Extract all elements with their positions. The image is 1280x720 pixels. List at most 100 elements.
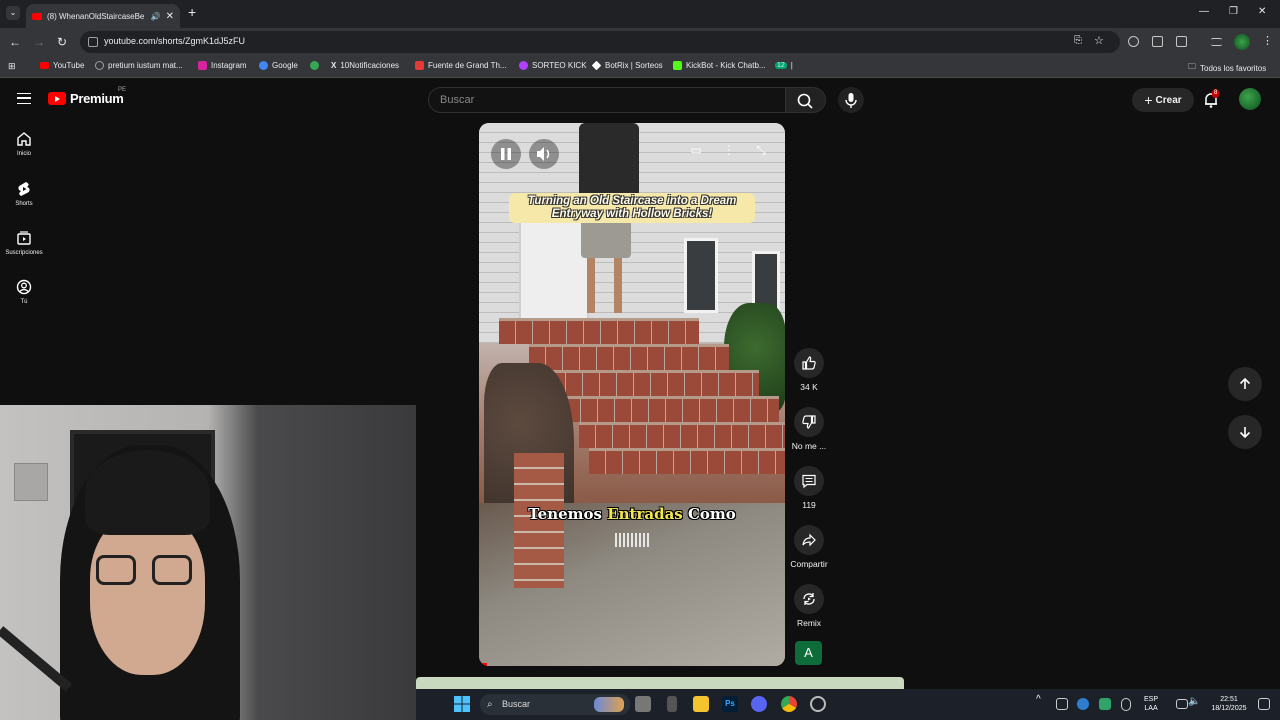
apps-grid-icon[interactable]: ⊞ xyxy=(8,61,16,72)
video-progress-bar[interactable] xyxy=(479,663,487,666)
install-icon[interactable]: ⎘ xyxy=(1074,35,1082,46)
app-icon[interactable] xyxy=(667,696,677,712)
previous-short-button[interactable] xyxy=(1228,367,1262,401)
reload-icon[interactable]: ↻ xyxy=(57,35,67,49)
tab-audio-icon[interactable]: 🔊 xyxy=(151,12,161,21)
notification-count-badge: 8 xyxy=(1212,89,1220,98)
microphone-icon xyxy=(845,93,857,108)
discord-icon[interactable] xyxy=(751,696,767,712)
account-avatar[interactable] xyxy=(1239,88,1261,110)
like-count: 34 K xyxy=(800,382,818,392)
back-icon[interactable]: ← xyxy=(9,35,21,49)
share-icon xyxy=(802,533,816,547)
bookmark-google[interactable]: Google xyxy=(259,61,298,70)
site-info-icon[interactable] xyxy=(88,37,98,47)
clock[interactable]: 22:51 18/12/2025 xyxy=(1206,695,1252,713)
security-icon[interactable] xyxy=(1099,698,1111,710)
bookmark-x[interactable]: X 10Notificaciones xyxy=(331,61,399,70)
browser-tab[interactable]: (8) WhenanOldStaircaseBe 🔊 ✕ xyxy=(26,4,180,28)
photoshop-icon[interactable]: Ps xyxy=(722,696,738,712)
minimize-icon[interactable]: — xyxy=(1199,6,1209,17)
bookmark-kickbot[interactable]: KickBot - Kick Chatb... xyxy=(673,61,766,70)
sidebar-item-you[interactable]: Tú xyxy=(0,279,48,305)
search-button[interactable] xyxy=(786,87,826,113)
bookmark-pretium[interactable]: pretium iustum mat... xyxy=(95,61,183,70)
sidebar-item-subscriptions[interactable]: Suscripciones xyxy=(0,230,48,256)
profile-avatar[interactable] xyxy=(1234,34,1250,50)
remix-button[interactable]: Remix xyxy=(793,584,825,628)
kick-icon xyxy=(519,61,528,70)
tray-icon[interactable] xyxy=(1056,698,1068,710)
onedrive-icon[interactable] xyxy=(1077,698,1089,710)
tab-close-icon[interactable]: ✕ xyxy=(166,11,174,22)
bookmark-label: KickBot - Kick Chatb... xyxy=(686,61,766,70)
audio-waveform-icon xyxy=(615,533,649,547)
file-explorer-icon[interactable] xyxy=(693,696,709,712)
captions-icon[interactable]: ▭ xyxy=(685,139,707,161)
language-indicator[interactable]: ESP LAA xyxy=(1144,695,1158,713)
network-icon[interactable] xyxy=(1176,699,1188,709)
fullscreen-icon[interactable]: ⤡ xyxy=(750,139,772,161)
restore-icon[interactable]: ❐ xyxy=(1229,6,1238,17)
stair-step xyxy=(529,344,729,370)
comments-button[interactable]: 119 xyxy=(793,466,825,510)
stair-step xyxy=(579,422,785,448)
dislike-button[interactable]: No me ... xyxy=(792,407,826,451)
notification-center-icon[interactable] xyxy=(1258,698,1270,710)
task-view-icon[interactable] xyxy=(635,696,651,712)
bookmark-star-icon[interactable]: ☆ xyxy=(1094,34,1104,47)
create-button[interactable]: + Crear xyxy=(1132,88,1194,112)
stair-step xyxy=(564,396,779,422)
chrome-icon[interactable] xyxy=(781,696,797,712)
search-input[interactable] xyxy=(440,94,770,106)
bookmark-instagram[interactable]: Instagram xyxy=(198,61,247,70)
close-window-icon[interactable]: ✕ xyxy=(1258,6,1266,17)
bookmark-sorteo-kick[interactable]: SORTEO KICK xyxy=(519,61,587,70)
bookmark-unnamed[interactable] xyxy=(310,61,319,70)
bookmark-botrix[interactable]: BotRix | Sorteos xyxy=(591,60,663,71)
clock-time: 22:51 xyxy=(1220,696,1238,703)
menu-icon[interactable] xyxy=(17,93,31,104)
forward-icon[interactable]: → xyxy=(33,35,45,49)
bookmark-twelve[interactable]: 12 | xyxy=(775,61,793,70)
pause-button[interactable] xyxy=(491,139,521,169)
keyboard-layout: LAA xyxy=(1144,705,1158,712)
taskbar-search[interactable]: ⌕ Buscar xyxy=(480,694,630,715)
shorts-video-player[interactable]: ▭ ⋮ ⤡ Turning an Old Staircase into a Dr… xyxy=(479,123,785,666)
diamond-icon xyxy=(591,60,602,71)
voice-search-button[interactable] xyxy=(838,87,864,113)
media-controls-icon[interactable] xyxy=(1211,38,1222,46)
number-badge-icon: 12 xyxy=(775,62,787,69)
share-button[interactable]: Compartir xyxy=(790,525,828,569)
microphone-icon[interactable] xyxy=(1121,698,1131,711)
thumbs-up-icon xyxy=(802,356,816,370)
next-short-button[interactable] xyxy=(1228,415,1262,449)
extensions-puzzle-icon[interactable] xyxy=(1176,36,1187,47)
sidebar-item-home[interactable]: Inicio xyxy=(0,131,48,157)
new-tab-button[interactable]: + xyxy=(188,4,196,20)
sidebar-item-shorts[interactable]: Shorts xyxy=(0,181,48,207)
more-options-icon[interactable]: ⋮ xyxy=(718,139,740,161)
extension-icon[interactable] xyxy=(1128,36,1139,47)
browser-menu-icon[interactable]: ⋮ xyxy=(1262,34,1273,47)
tab-search-icon[interactable]: ⌄ xyxy=(6,6,20,20)
bookmark-label: YouTube xyxy=(53,61,85,70)
url-text: youtube.com/shorts/ZgmK1dJ5zFU xyxy=(104,36,246,46)
channel-avatar[interactable]: A xyxy=(795,641,822,665)
like-button[interactable]: 34 K xyxy=(793,348,825,392)
all-bookmarks-folder[interactable]: 🗀 Todos los favoritos xyxy=(1188,61,1266,75)
speaker-icon[interactable]: 🔈 xyxy=(1188,697,1200,707)
windows-start-icon[interactable] xyxy=(454,696,470,712)
show-hidden-icons[interactable]: ^ xyxy=(1036,695,1041,705)
search-box[interactable] xyxy=(428,87,786,113)
bookmark-fuente[interactable]: Fuente de Grand Th... xyxy=(415,61,507,70)
pause-icon xyxy=(501,148,511,160)
folder-icon: 🗀 xyxy=(1188,62,1196,71)
bookmark-youtube[interactable]: YouTube xyxy=(40,61,84,70)
youtube-premium-logo[interactable]: Premium PE xyxy=(48,87,126,106)
extension-icon[interactable] xyxy=(1152,36,1163,47)
url-bar[interactable]: youtube.com/shorts/ZgmK1dJ5zFU ⎘ ☆ xyxy=(80,31,1120,53)
youtube-logo-icon xyxy=(48,92,66,105)
volume-button[interactable] xyxy=(529,139,559,169)
app-icon[interactable] xyxy=(810,696,826,712)
